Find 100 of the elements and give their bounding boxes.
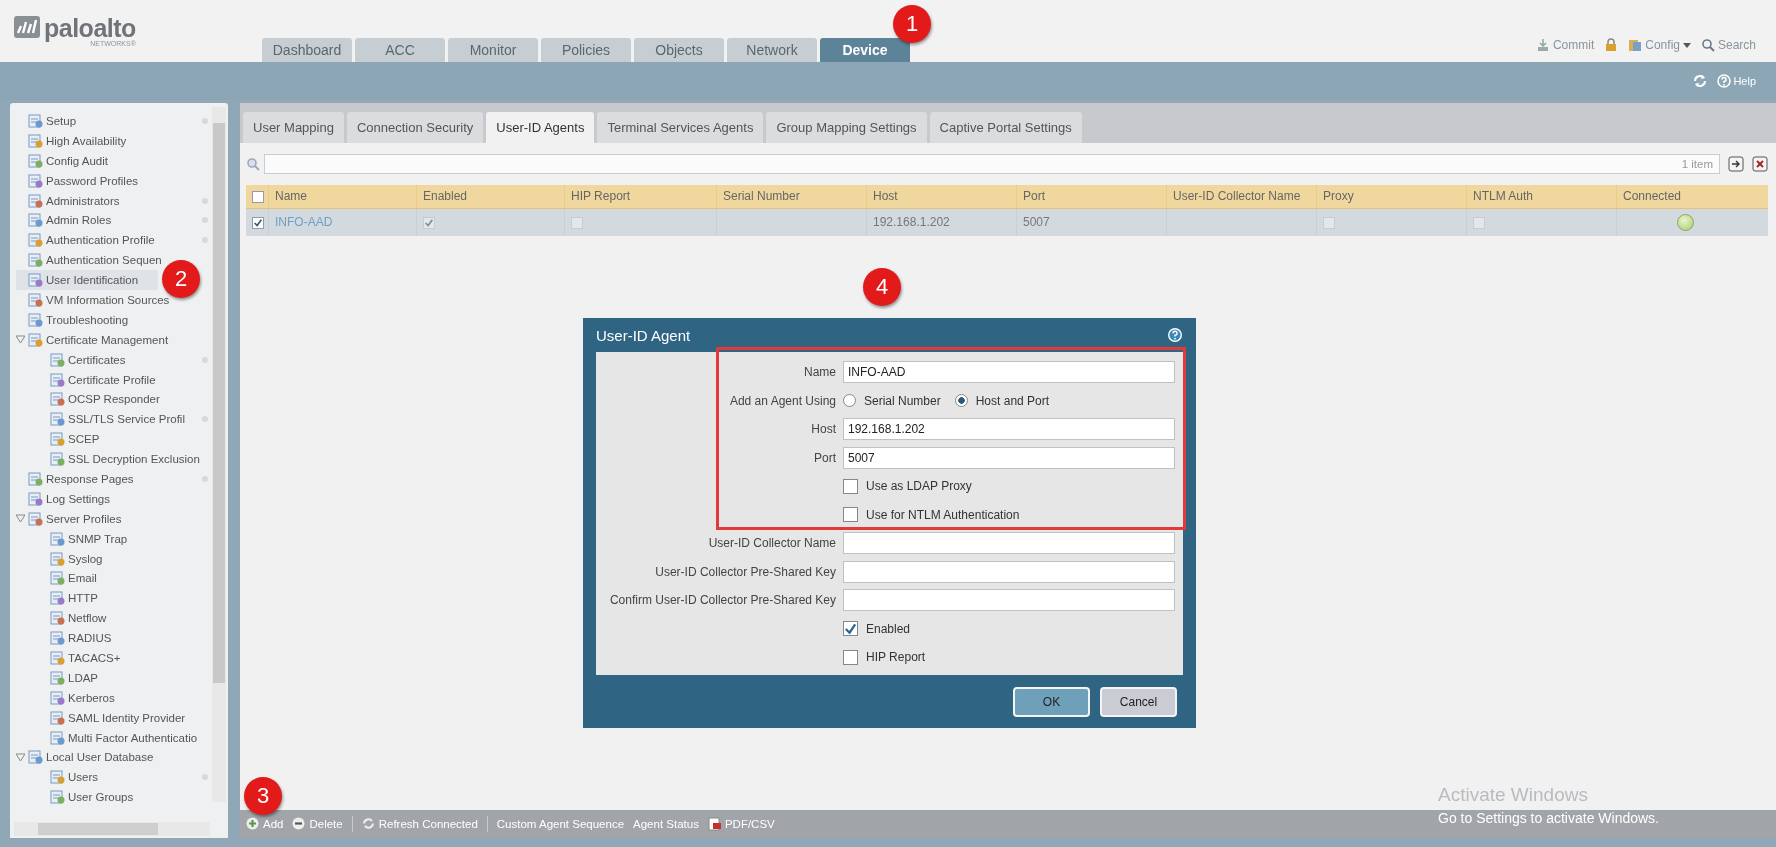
nav-tab[interactable]: Device [820,38,910,62]
sidebar-item[interactable]: RADIUS [16,628,210,649]
radio-option[interactable]: Host and Port [954,393,1050,408]
sidebar-item[interactable]: SSL/TLS Service Profil [16,409,210,430]
checkbox[interactable] [252,216,264,229]
sidebar-item[interactable]: Troubleshooting [16,309,210,330]
column-header[interactable]: Host [866,185,1016,208]
tab[interactable]: Captive Portal Settings [929,112,1082,143]
item-icon [50,670,65,685]
column-header[interactable]: Enabled [416,185,564,208]
item-icon [50,631,65,646]
column-header[interactable]: Connected [1616,185,1768,208]
sidebar-item[interactable]: Netflow [16,608,210,629]
sidebar-item[interactable]: SSL Decryption Exclusion [16,449,210,470]
column-header[interactable]: HIP Report [564,185,716,208]
input-field[interactable] [843,589,1175,612]
item-label: OCSP Responder [68,393,160,406]
sidebar-item[interactable]: Password Profiles [16,170,210,191]
expand-arrow-icon[interactable] [16,514,25,524]
expand-arrow-icon[interactable] [16,335,25,345]
sidebar-item[interactable]: Admin Roles [16,210,210,231]
sidebar-item[interactable]: OCSP Responder [16,389,210,410]
checkbox-option[interactable]: Enabled [843,621,911,637]
sidebar-item[interactable]: Certificate Management [16,329,210,350]
scroll-thumb[interactable] [38,823,158,835]
scroll-thumb[interactable] [213,123,225,683]
nav-tab[interactable]: ACC [355,38,445,62]
checkbox-option[interactable]: Use as LDAP Proxy [843,478,972,494]
nav-tab[interactable]: Network [727,38,817,62]
nav-tab[interactable]: Dashboard [262,38,352,62]
tab[interactable]: Terminal Services Agents [597,112,764,143]
column-header[interactable]: NTLM Auth [1466,185,1616,208]
checkbox-option[interactable]: Use for NTLM Authentication [843,507,1020,523]
sidebar-item[interactable]: User Groups [16,787,210,808]
radio-option[interactable]: Serial Number [843,393,941,408]
checkbox[interactable] [252,190,264,203]
item-label: Users [68,771,99,784]
sidebar-item[interactable]: SNMP Trap [16,528,210,549]
item-icon [28,491,43,506]
sidebar-item[interactable]: Users [16,767,210,788]
sidebar-item[interactable]: Syslog [16,548,210,569]
item-label: Syslog [68,552,103,565]
input-field[interactable]: 192.168.1.202 [843,418,1175,441]
help-icon[interactable] [1167,327,1183,343]
column-header[interactable]: Proxy [1316,185,1466,208]
sidebar-item[interactable]: High Availability [16,130,210,151]
item-icon [50,710,65,725]
sidebar-item[interactable]: Local User Database [16,747,210,768]
sidebar-item[interactable]: HTTP [16,588,210,609]
delete-icon [292,817,307,831]
input-field[interactable] [843,532,1175,555]
item-icon [50,412,65,427]
sidebar-item[interactable]: Email [16,568,210,589]
input-field[interactable]: INFO-AAD [843,361,1175,384]
input-field[interactable]: 5007 [843,446,1175,469]
nav-tab[interactable]: Policies [541,38,631,62]
column-header[interactable]: Serial Number [716,185,866,208]
item-icon [50,392,65,407]
sidebar-item[interactable]: LDAP [16,667,210,688]
sidebar-item[interactable]: Certificate Profile [16,369,210,390]
cancel-button[interactable]: Cancel [1100,686,1177,717]
tab[interactable]: Connection Security [346,112,484,143]
sidebar-item[interactable]: Multi Factor Authenticatio [16,727,210,748]
refresh-icon[interactable] [1693,74,1708,88]
scrollbar[interactable] [212,107,226,802]
column-header[interactable]: User-ID Collector Name [1166,185,1316,208]
tab[interactable]: Group Mapping Settings [766,112,927,143]
column-header[interactable]: Name [268,185,416,208]
ok-button[interactable]: OK [1013,686,1090,717]
nav-tab[interactable]: Objects [634,38,724,62]
item-label: User Groups [68,791,134,804]
nav-tab[interactable]: Monitor [448,38,538,62]
sidebar-item[interactable]: Response Pages [16,469,210,489]
sidebar-item[interactable]: Server Profiles [16,508,210,529]
item-label: Setup [46,114,77,127]
sidebar-item[interactable]: Kerberos [16,687,210,708]
item-label: Certificate Profile [68,373,156,386]
expand-arrow-icon[interactable] [16,752,25,762]
item-icon [28,133,43,148]
scrollbar[interactable] [14,822,210,836]
item-icon [50,790,65,805]
sidebar-item[interactable]: Authentication Profile [16,230,210,251]
sidebar-item[interactable]: Certificates [16,349,210,370]
sidebar-item[interactable]: Administrators [16,190,210,211]
sidebar-item[interactable]: Setup [16,111,210,131]
sidebar-item[interactable]: SCEP [16,429,210,450]
item-icon [50,352,65,367]
input-field[interactable] [843,560,1175,583]
activation-text: Go to Settings to activate Windows. [1438,810,1659,826]
sidebar-item[interactable]: Config Audit [16,150,210,171]
lock-icon[interactable] [1604,38,1619,52]
sidebar-item[interactable]: TACACS+ [16,648,210,668]
sidebar-item[interactable]: Log Settings [16,488,210,509]
column-header[interactable]: Port [1016,185,1166,208]
tab[interactable]: User Mapping [243,112,344,143]
item-icon [28,312,43,327]
checkbox-option[interactable]: HIP Report [843,649,926,665]
sidebar-item[interactable]: SAML Identity Provider [16,707,210,728]
tab[interactable]: User-ID Agents [486,112,595,143]
sidebar-item[interactable]: User Identification [16,270,158,290]
